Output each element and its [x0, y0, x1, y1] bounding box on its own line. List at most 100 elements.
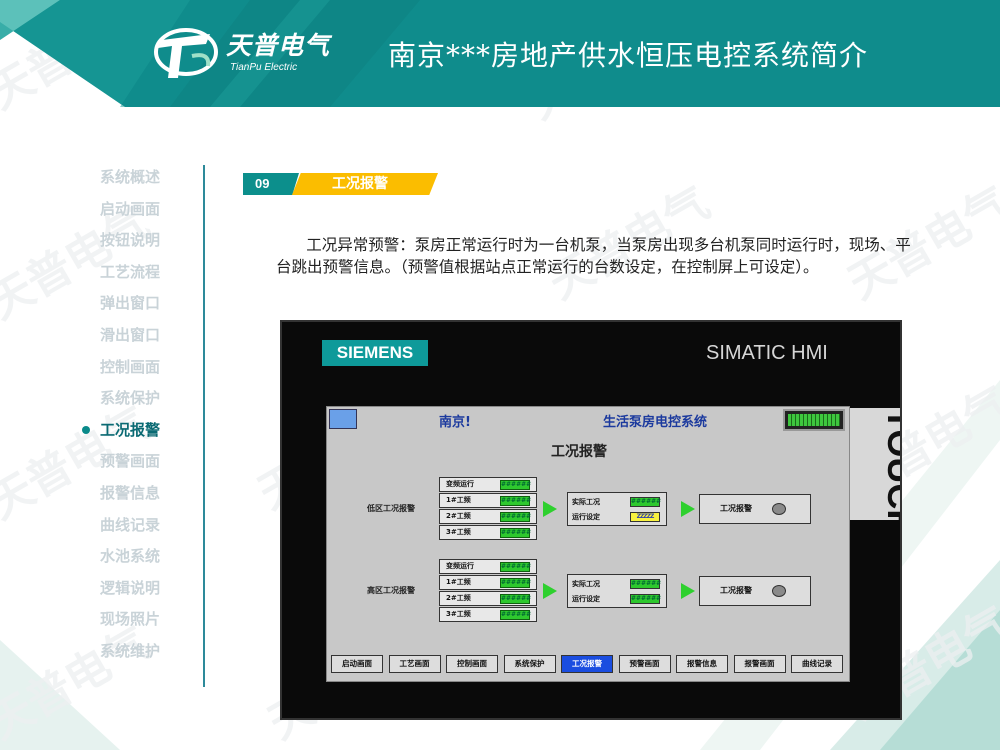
sidebar-item-label: 现场照片	[100, 610, 161, 629]
pump-status-row: 1#工频 ######	[439, 575, 537, 590]
pump-status-value: ######	[500, 578, 532, 588]
pump-status-row: 2#工频 ######	[439, 509, 537, 524]
sidebar-item-label: 水池系统	[100, 547, 161, 566]
logo-subtext: TianPu Electric	[230, 62, 298, 73]
actual-value-label: 实际工况	[572, 498, 600, 506]
logo-emblem-icon	[154, 28, 218, 78]
page-title: 南京***房地产供水恒压电控系统简介	[388, 39, 869, 72]
sidebar-item-6[interactable]: 控制画面	[100, 357, 200, 389]
sidebar-item-label: 系统保护	[100, 389, 161, 408]
condition-box: 实际工况 ###### 运行设定 ######	[567, 574, 667, 608]
sidebar-item-14[interactable]: 现场照片	[100, 609, 200, 641]
pump-status-row: 变频运行 ######	[439, 559, 537, 574]
setting-value-label: 运行设定	[572, 595, 600, 603]
touch-label: TOUCH	[844, 408, 900, 520]
pump-label: 变频运行	[446, 480, 474, 488]
pump-status-value: ######	[500, 512, 532, 522]
sidebar-item-1[interactable]: 启动画面	[100, 199, 200, 231]
flow-arrow-icon	[543, 583, 557, 599]
alarm-lamp-icon	[772, 585, 786, 597]
screen-nav-button-5[interactable]: 预警画面	[618, 655, 671, 673]
touch-text: TOUCH	[880, 408, 900, 520]
pump-label: 1#工频	[446, 496, 471, 504]
alarm-label: 工况报警	[720, 586, 752, 595]
pump-status-value: ######	[500, 496, 532, 506]
screen-nav-button-1[interactable]: 工艺画面	[388, 655, 441, 673]
sidebar-item-12[interactable]: 水池系统	[100, 546, 200, 578]
active-bullet-icon	[82, 425, 90, 434]
pump-label: 2#工频	[446, 512, 471, 520]
sidebar-item-5[interactable]: 滑出窗口	[100, 325, 200, 357]
hmi-panel: SIEMENS SIMATIC HMI TOUCH 南京! 生活泵房电控系统 工…	[280, 320, 902, 720]
sidebar-item-2[interactable]: 按钮说明	[100, 230, 200, 262]
flow-arrow-icon	[543, 501, 557, 517]
pump-status-row: 变频运行 ######	[439, 477, 537, 492]
description-text: 工况异常预警：泵房正常运行时为一台机泵，当泵房出现多台机泵同时运行时，现场、平台…	[276, 236, 911, 276]
sidebar-item-label: 启动画面	[100, 199, 161, 218]
sidebar-item-15[interactable]: 系统维护	[100, 641, 200, 673]
screen-nav-button-6[interactable]: 报警信息	[676, 655, 728, 673]
pump-status-row: 3#工频 ######	[439, 525, 537, 540]
sidebar-item-7[interactable]: 系统保护	[100, 388, 200, 420]
sidebar-item-0[interactable]: 系统概述	[100, 167, 200, 199]
alarm-indicator: 工况报警	[699, 576, 811, 606]
sidebar-item-label: 逻辑说明	[100, 578, 161, 597]
sidebar-item-label: 系统维护	[100, 641, 161, 660]
pump-status-value: ######	[500, 610, 532, 620]
screen-nav-button-2[interactable]: 控制画面	[446, 655, 498, 673]
section-title: 工况报警	[292, 173, 438, 195]
sidebar-item-label: 预警画面	[100, 452, 161, 471]
screen-title: 工况报警	[551, 444, 607, 460]
sidebar-divider	[203, 165, 205, 687]
sidebar-item-11[interactable]: 曲线记录	[100, 515, 200, 547]
alarm-indicator: 工况报警	[699, 494, 811, 524]
sidebar-item-13[interactable]: 逻辑说明	[100, 578, 200, 610]
sidebar-item-10[interactable]: 报警信息	[100, 483, 200, 515]
sidebar-item-label: 滑出窗口	[100, 325, 161, 344]
setting-value-field[interactable]: ######	[630, 594, 661, 604]
sidebar-item-label: 控制画面	[100, 357, 161, 376]
actual-value-field: ######	[630, 579, 662, 589]
screen-nav-bar: 启动画面 工艺画面 控制画面 系统保护 工况报警 预警画面 报警信息 报警画面 曲线记录	[331, 655, 845, 677]
screen-nav-button-3[interactable]: 系统保护	[503, 655, 556, 673]
setting-value-field[interactable]: ZZZZZ	[630, 512, 660, 522]
pump-status-value: ######	[500, 528, 532, 538]
siemens-logo: SIEMENS	[322, 340, 428, 366]
company-logo: 天普电气 TianPu Electric	[152, 22, 342, 86]
sidebar-item-label: 按钮说明	[100, 231, 161, 250]
sidebar-item-4[interactable]: 弹出窗口	[100, 293, 200, 325]
screen-logo-icon	[329, 409, 357, 429]
pump-status-row: 2#工频 ######	[439, 591, 537, 606]
pump-label: 1#工频	[446, 578, 471, 586]
hmi-screen: 南京! 生活泵房电控系统 工况报警 低区工况报警 变频运行 ###### 1#工频 ##…	[326, 406, 850, 682]
sidebar-item-label: 报警信息	[100, 483, 161, 502]
screen-nav-button-8[interactable]: 曲线记录	[791, 655, 843, 673]
setting-value-row: 运行设定 ######	[572, 593, 662, 606]
sidebar-item-3[interactable]: 工艺流程	[100, 262, 200, 294]
flow-arrow-icon	[681, 583, 695, 599]
condition-box: 实际工况 ###### 运行设定 ZZZZZ	[567, 492, 667, 526]
pump-status-row: 1#工频 ######	[439, 493, 537, 508]
screen-nav-button-0[interactable]: 启动画面	[331, 655, 383, 673]
zone-label: 低区工况报警	[367, 504, 415, 513]
pump-status-row: 3#工频 ######	[439, 607, 537, 622]
pump-label: 2#工频	[446, 594, 471, 602]
flow-arrow-icon	[681, 501, 695, 517]
actual-value-field: ######	[630, 497, 662, 507]
logo-text: 天普电气	[226, 31, 331, 60]
screen-nav-button-4[interactable]: 工况报警	[561, 655, 613, 673]
pump-label: 3#工频	[446, 610, 471, 618]
sidebar-item-label: 系统概述	[100, 168, 161, 186]
sidebar-item-label: 工艺流程	[100, 262, 161, 281]
screen-nav-button-7[interactable]: 报警画面	[733, 655, 786, 673]
sidebar-item-label: 弹出窗口	[100, 294, 161, 313]
sidebar-item-label: 工况报警	[100, 420, 161, 439]
alarm-label: 工况报警	[720, 504, 752, 513]
sidebar-item-label: 曲线记录	[100, 515, 161, 534]
setting-value-label: 运行设定	[572, 513, 600, 521]
sidebar-item-9[interactable]: 预警画面	[100, 451, 200, 483]
alarm-lamp-icon	[772, 503, 786, 515]
screen-header: 南京! 生活泵房电控系统	[327, 407, 849, 431]
status-led-display	[783, 409, 845, 431]
sidebar-item-8[interactable]: 工况报警	[82, 420, 200, 452]
